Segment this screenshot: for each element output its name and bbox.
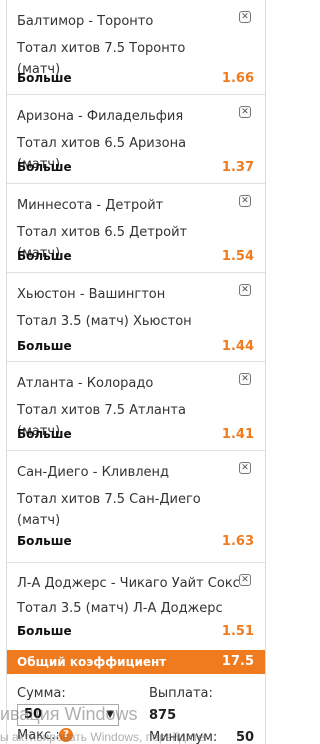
close-icon[interactable]: ✕ — [239, 574, 251, 586]
bet-item: Хьюстон - Вашингтон ✕ Тотал 3.5 (матч) Х… — [7, 273, 265, 362]
odds-value: 1.44 — [221, 339, 254, 354]
max-label: Макс.: — [17, 728, 60, 743]
odds-value: 1.54 — [221, 249, 254, 264]
odds-value: 1.63 — [221, 534, 254, 549]
match-name: Балтимор - Торонто — [17, 14, 154, 29]
match-name: Аризона - Филадельфия — [17, 109, 184, 124]
total-coefficient-label: Общий коэффициент — [17, 655, 167, 669]
bet-slip: Балтимор - Торонто ✕ Тотал хитов 7.5 Тор… — [0, 0, 272, 744]
stake-value: 50 — [24, 707, 43, 722]
bet-item: Сан-Диего - Кливленд ✕ Тотал хитов 7.5 С… — [7, 451, 265, 563]
market-name: Тотал 3.5 (матч) Хьюстон — [17, 314, 192, 329]
close-icon[interactable]: ✕ — [239, 284, 251, 296]
odds-value: 1.66 — [221, 71, 254, 86]
close-icon[interactable]: ✕ — [239, 106, 251, 118]
match-name: Атланта - Колорадо — [17, 376, 154, 391]
selection-name: Больше — [17, 71, 72, 85]
selection-name: Больше — [17, 534, 72, 548]
total-coefficient-value: 17.5 — [221, 654, 254, 669]
selection-name: Больше — [17, 160, 72, 174]
odds-value: 1.41 — [221, 427, 254, 442]
selection-name: Больше — [17, 427, 72, 441]
market-name: Тотал хитов 7.5 Сан-Диего (матч) — [17, 492, 201, 528]
match-name: Хьюстон - Вашингтон — [17, 287, 166, 302]
match-name: Миннесота - Детройт — [17, 198, 164, 213]
chevron-down-icon: ▼ — [106, 709, 114, 720]
close-icon[interactable]: ✕ — [239, 373, 251, 385]
payout-value: 875 — [149, 708, 177, 723]
total-coefficient-bar: Общий коэффициент 17.5 — [7, 650, 265, 674]
selection-name: Больше — [17, 624, 72, 638]
close-icon[interactable]: ✕ — [239, 11, 251, 23]
odds-value: 1.37 — [221, 160, 254, 175]
stake-select[interactable]: 50 ▼ — [17, 704, 119, 726]
close-icon[interactable]: ✕ — [239, 462, 251, 474]
stake-panel: Сумма: Выплата: 50 ▼ 875 Макс.: ? Миниму… — [0, 674, 265, 744]
bet-item: Миннесота - Детройт ✕ Тотал хитов 6.5 Де… — [7, 184, 265, 273]
payout-label: Выплата: — [149, 686, 213, 701]
help-icon[interactable]: ? — [59, 728, 73, 742]
bet-item: Аризона - Филадельфия ✕ Тотал хитов 6.5 … — [7, 95, 265, 184]
selection-name: Больше — [17, 339, 72, 353]
bet-item: Атланта - Колорадо ✕ Тотал хитов 7.5 Атл… — [7, 362, 265, 451]
stake-label: Сумма: — [17, 686, 66, 701]
match-name: Сан-Диего - Кливленд — [17, 465, 170, 480]
bet-item: Балтимор - Торонто ✕ Тотал хитов 7.5 Тор… — [7, 0, 265, 95]
min-value: 50 — [236, 730, 255, 744]
match-name: Л-А Доджерс - Чикаго Уайт Сокс — [17, 576, 240, 591]
min-label: Минимум: — [149, 730, 218, 744]
bet-item: Л-А Доджерс - Чикаго Уайт Сокс ✕ Тотал 3… — [7, 563, 265, 650]
close-icon[interactable]: ✕ — [239, 195, 251, 207]
selection-name: Больше — [17, 249, 72, 263]
odds-value: 1.51 — [221, 624, 254, 639]
market-name: Тотал 3.5 (матч) Л-А Доджерс — [17, 601, 223, 616]
